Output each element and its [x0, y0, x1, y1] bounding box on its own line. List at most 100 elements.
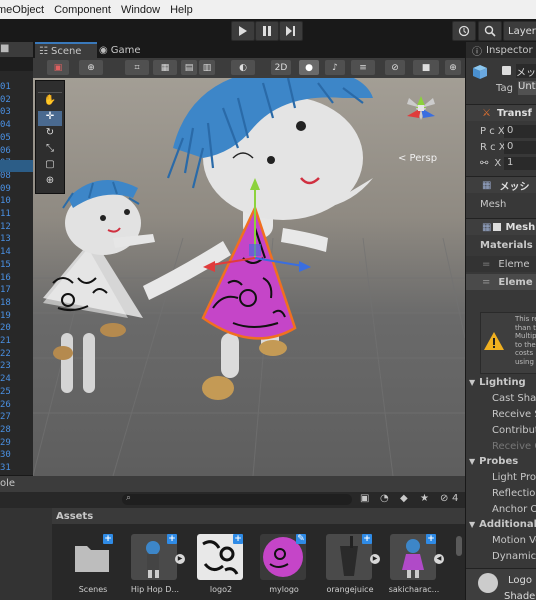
renderer-checkbox[interactable] — [493, 223, 502, 231]
pause-button[interactable] — [255, 21, 279, 41]
expand-icon[interactable]: ▶ — [175, 554, 185, 564]
inspector-tab[interactable]: ⓘ Inspector — [466, 42, 536, 58]
favorite-icon[interactable]: ★ — [420, 493, 429, 504]
menu-gameobject[interactable]: meObject — [0, 4, 44, 16]
active-checkbox[interactable] — [502, 66, 511, 75]
material-section[interactable]: Logo Shade — [466, 568, 536, 600]
drag-handle-icon[interactable]: = — [482, 259, 490, 270]
hierarchy-line-number: 01 — [0, 82, 11, 92]
dynamic-occlusion-row[interactable]: Dynamic C — [466, 548, 536, 564]
vertex-snap-button[interactable]: ▥ — [199, 60, 215, 75]
transform-tool-button[interactable]: ⊕ — [38, 175, 62, 190]
object-name-field[interactable]: メッシ — [516, 64, 536, 78]
lighting-toggle[interactable]: ● — [299, 60, 319, 75]
light-probes-row[interactable]: Light Prob — [466, 469, 536, 485]
transform-header[interactable]: ⚔ Transf — [466, 104, 536, 121]
asset-orangejuice[interactable]: + ▶ orangejuice — [320, 530, 380, 596]
effects-dropdown[interactable]: ≡ — [351, 60, 375, 75]
hierarchy-search[interactable] — [0, 57, 33, 71]
probes-foldout[interactable]: ▼ Probes — [466, 453, 536, 469]
scale-x-field[interactable]: 1 — [504, 156, 536, 170]
materials-row[interactable]: Materials — [466, 237, 536, 253]
motion-vectors-row[interactable]: Motion Ve — [466, 532, 536, 548]
rotation-x-field[interactable]: 0 — [504, 140, 536, 154]
main-toolbar: Layers — [0, 19, 536, 42]
element-0-row[interactable]: = Eleme — [466, 256, 536, 272]
scene-viewport[interactable]: ✋ ✛ ↻ ⤡ ▢ ⊕ < Persp — [33, 78, 465, 476]
asset-hip-hop[interactable]: + ▶ Hip Hop D... — [125, 530, 185, 596]
additional-foldout[interactable]: ▼ Additional S — [466, 516, 536, 532]
hidden-count-badge: 4 — [452, 493, 459, 504]
lightbulb-icon: ● — [305, 62, 313, 73]
console-tab-label[interactable]: ole — [0, 478, 15, 489]
mesh-renderer-header[interactable]: ▦ Mesh — [466, 218, 536, 235]
rotation-row: R c X 0 — [466, 139, 536, 155]
contribute-gi-row[interactable]: Contribute — [466, 422, 536, 438]
rotate-tool-button[interactable]: ↻ — [38, 127, 62, 142]
type-filter-icon[interactable]: ◔ — [380, 493, 389, 504]
grid-snap-dropdown[interactable]: ⌗ — [125, 60, 149, 75]
camera-dropdown[interactable]: ■ — [413, 60, 439, 75]
expand-icon[interactable]: ◀ — [434, 554, 444, 564]
asset-label: sakicharac... — [388, 585, 440, 594]
search-button[interactable] — [478, 21, 502, 41]
anchor-row[interactable]: Anchor Ov — [466, 501, 536, 517]
cast-shadows-row[interactable]: Cast Shac — [466, 390, 536, 406]
hand-tool-button[interactable]: ✋ — [38, 95, 62, 110]
play-button[interactable] — [231, 21, 255, 41]
reflection-row[interactable]: Reflection — [466, 485, 536, 501]
asset-scenes[interactable]: + Scenes — [63, 530, 123, 596]
link-icon[interactable]: ⚯ — [480, 158, 488, 169]
layers-dropdown[interactable]: Layers — [503, 21, 536, 41]
mesh-renderer-label: Mesh — [505, 221, 536, 233]
tool-palette: ✋ ✛ ↻ ⤡ ▢ ⊕ — [35, 80, 65, 194]
rect-tool-dropdown[interactable]: ▣ — [47, 60, 69, 75]
grid-icon: ⌗ — [134, 62, 140, 73]
tab-game[interactable]: ◉ Game — [95, 42, 153, 58]
lighting-foldout[interactable]: ▼ Lighting — [466, 374, 536, 390]
lock-icon[interactable]: ■ — [0, 43, 9, 54]
audio-toggle[interactable]: ♪ — [325, 60, 345, 75]
hierarchy-selected-row[interactable] — [0, 160, 33, 172]
history-button[interactable] — [452, 21, 476, 41]
rect-transform-icon: ▢ — [45, 159, 55, 170]
step-button[interactable] — [279, 21, 303, 41]
additional-label: Additional S — [479, 518, 536, 530]
project-search-input[interactable]: ⌕ — [122, 493, 352, 505]
expand-icon[interactable]: ▶ — [370, 554, 380, 564]
gizmos-dropdown[interactable]: ⊕ — [445, 60, 461, 75]
perspective-label[interactable]: < Persp — [398, 153, 437, 164]
asset-logo2[interactable]: + logo2 — [191, 530, 251, 596]
rect-tool-button[interactable]: ▢ — [38, 159, 62, 174]
scale-tool-button[interactable]: ⤡ — [38, 143, 62, 158]
palette-grip[interactable] — [38, 84, 62, 93]
assets-scrollbar[interactable] — [456, 536, 462, 556]
hierarchy-line-number: 28 — [0, 424, 11, 435]
move-tool-button[interactable]: ✛ — [38, 111, 62, 126]
shading-dropdown[interactable]: ◐ — [231, 60, 255, 75]
menu-window[interactable]: Window — [121, 4, 160, 16]
hierarchy-line-number: 17 — [0, 285, 11, 296]
menu-component[interactable]: Component — [54, 4, 111, 16]
scene-filter-icon[interactable]: ▣ — [360, 493, 369, 504]
hidden-objects-toggle[interactable]: ⊘ — [385, 60, 405, 75]
vertex-icon: ▥ — [202, 62, 212, 73]
mode-2d-button[interactable]: 2D — [271, 60, 291, 75]
menu-help[interactable]: Help — [170, 4, 193, 16]
tab-scene[interactable]: ☷ Scene — [35, 42, 97, 58]
hidden-packages-icon[interactable]: ⊘ — [440, 493, 448, 504]
warning-line: to the s — [515, 340, 536, 349]
drag-handle-icon-2[interactable]: = — [482, 277, 490, 288]
label-filter-icon[interactable]: ◆ — [400, 493, 408, 504]
asset-mylogo[interactable]: ✎ mylogo — [254, 530, 314, 596]
global-dropdown[interactable]: ⊕ — [79, 60, 103, 75]
mesh-filter-header[interactable]: ▦ メッシ — [466, 176, 536, 193]
asset-sakicharacter[interactable]: + ◀ sakicharac... — [384, 530, 444, 596]
tag-dropdown[interactable]: Unt — [518, 81, 536, 95]
element-1-row[interactable]: = Eleme — [466, 274, 536, 290]
increment-button[interactable]: ▤ — [181, 60, 197, 75]
snap-dropdown[interactable]: ▦ — [153, 60, 177, 75]
receive-shadows-row[interactable]: Receive S — [466, 406, 536, 422]
position-x-field[interactable]: 0 — [504, 124, 536, 138]
assets-title[interactable]: Assets — [56, 511, 93, 522]
